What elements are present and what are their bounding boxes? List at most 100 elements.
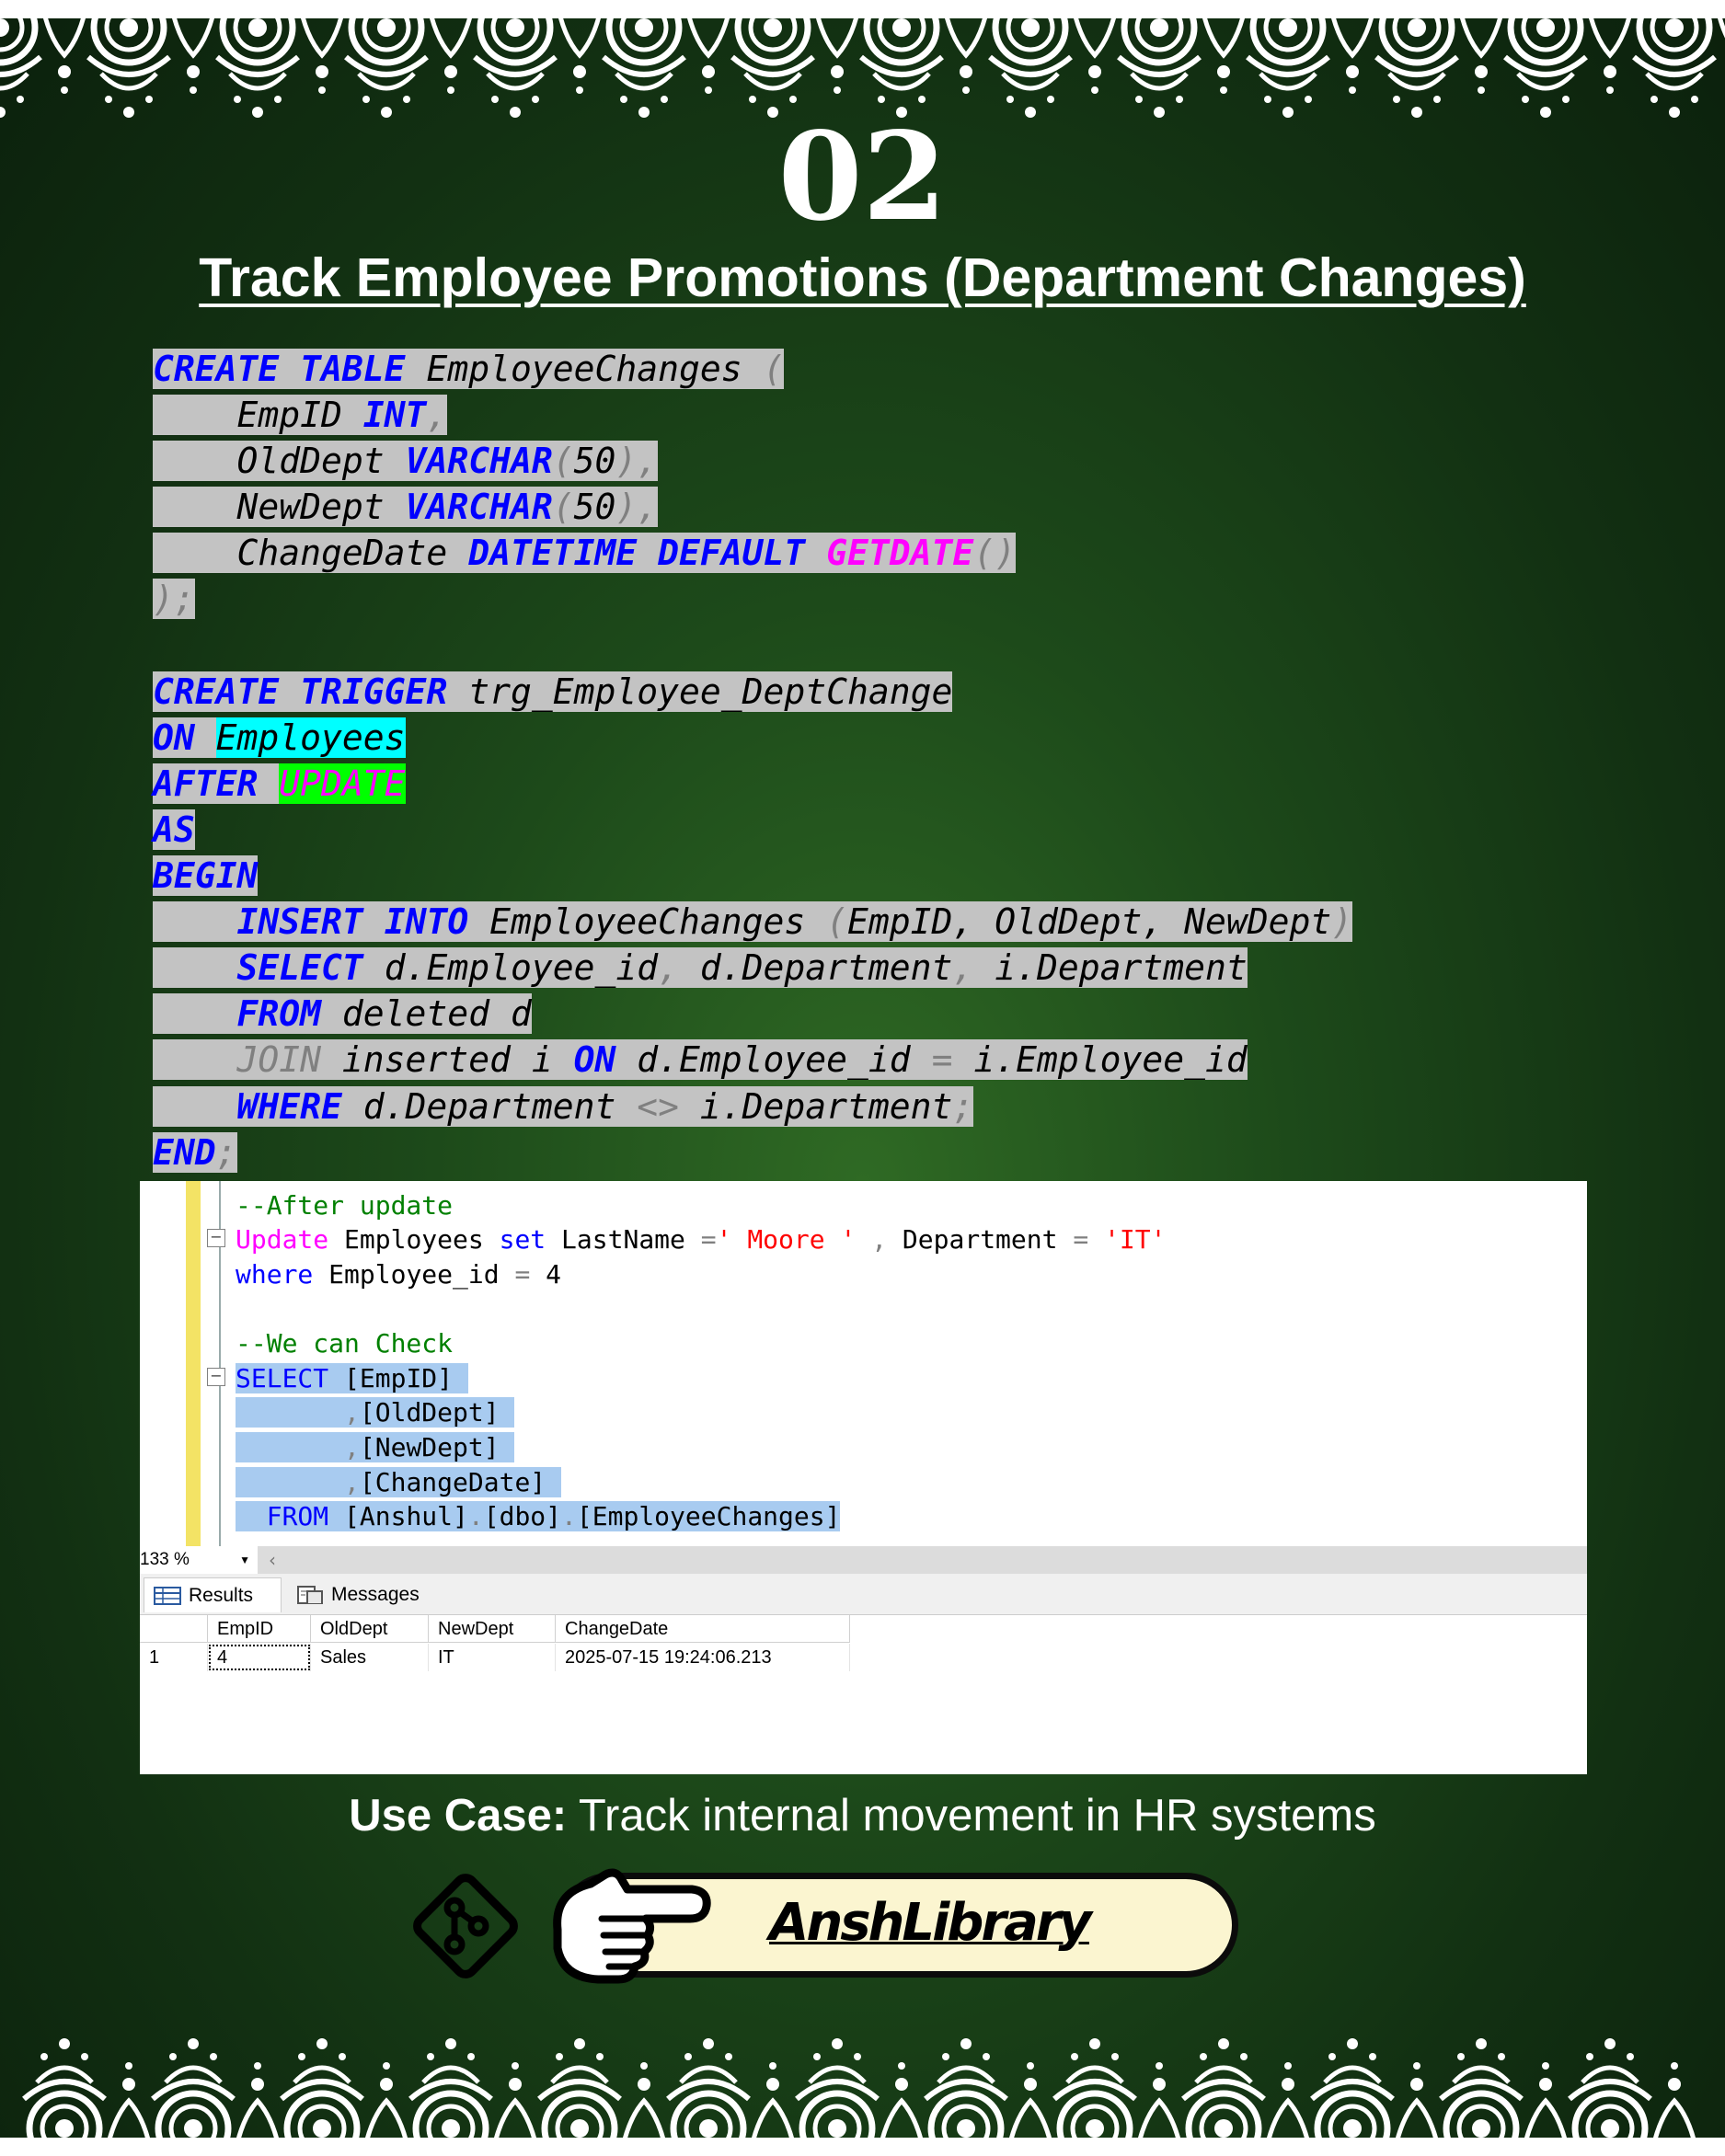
- editor-token: Employees: [344, 1224, 484, 1255]
- code-token: DATETIME: [468, 533, 638, 574]
- code-token: DEFAULT: [658, 533, 806, 574]
- code-token: END: [153, 1131, 216, 1173]
- editor-comment: --We can Check: [236, 1328, 454, 1359]
- code-line: );: [153, 576, 1352, 622]
- editor-token: LastName: [561, 1224, 685, 1255]
- code-token: <>: [637, 1085, 679, 1127]
- messages-icon: [297, 1586, 323, 1604]
- code-token: ChangeDate: [236, 533, 448, 574]
- query-editor[interactable]: − − --After update Update Employees set …: [140, 1181, 1587, 1549]
- grid-cell[interactable]: 2025-07-15 19:24:06.213: [556, 1644, 850, 1671]
- code-token: INSERT: [236, 901, 363, 943]
- editor-token: [EmpID]: [344, 1363, 454, 1393]
- code-token: deleted d: [341, 993, 532, 1035]
- editor-token: ' Moore ': [716, 1224, 857, 1255]
- tab-messages-label: Messages: [331, 1584, 420, 1605]
- editor-token: [Anshul]: [344, 1501, 468, 1531]
- code-token: );: [153, 579, 195, 620]
- editor-line-update: Update Employees set LastName =' Moore '…: [236, 1224, 1167, 1255]
- zoom-dropdown[interactable]: 133 % ▼: [140, 1546, 258, 1574]
- scroll-left-icon[interactable]: ‹: [269, 1546, 287, 1574]
- code-token: AS: [153, 808, 195, 850]
- editor-token: Employee_id: [328, 1259, 500, 1290]
- column-header[interactable]: EmpID: [208, 1615, 311, 1643]
- grid-cell-selected[interactable]: 4: [208, 1644, 311, 1671]
- editor-status-bar: 133 % ▼ ‹: [140, 1546, 1587, 1574]
- code-token: EmployeeChanges: [489, 901, 806, 943]
- code-token: ON: [573, 1039, 616, 1081]
- page-title: Track Employee Promotions (Department Ch…: [199, 247, 1526, 308]
- code-line: INSERT INTO EmployeeChanges (EmpID, OldD…: [153, 899, 1353, 945]
- editor-token: [dbo]: [483, 1501, 562, 1531]
- code-line: CREATE TABLE EmployeeChanges (: [153, 346, 1352, 392]
- zoom-level: 133 %: [140, 1550, 190, 1569]
- tab-messages[interactable]: Messages: [287, 1577, 443, 1612]
- editor-line-from: FROM [Anshul].[dbo].[EmployeeChanges]: [236, 1499, 841, 1533]
- column-header[interactable]: NewDept: [429, 1615, 556, 1643]
- code-token: WHERE: [236, 1085, 342, 1127]
- code-line: SELECT d.Employee_id, d.Department, i.De…: [153, 945, 1352, 991]
- code-token: d.Employee_id: [384, 947, 659, 989]
- editor-token: set: [499, 1224, 546, 1255]
- editor-token: [OldDept]: [359, 1397, 500, 1428]
- code-token: i.Department: [995, 947, 1248, 989]
- code-line: NewDept VARCHAR(50),: [153, 484, 1352, 530]
- use-case-label: Use Case:: [349, 1791, 568, 1841]
- code-token: i.Department: [699, 1085, 953, 1127]
- code-token: TRIGGER: [300, 671, 448, 712]
- editor-token: [EmployeeChanges]: [576, 1501, 841, 1531]
- row-number[interactable]: 1: [140, 1644, 208, 1671]
- code-token: VARCHAR: [405, 487, 553, 528]
- code-token: d.Department: [699, 947, 953, 989]
- editor-comment: --After update: [236, 1190, 454, 1221]
- code-token: VARCHAR: [405, 441, 553, 482]
- code-line: AS: [153, 807, 1352, 853]
- code-token: OldDept: [236, 441, 385, 482]
- code-token: UPDATE: [279, 763, 406, 804]
- code-line: AFTER UPDATE: [153, 761, 1352, 807]
- editor-token: 4: [546, 1259, 562, 1290]
- editor-line-select: SELECT [EmpID]: [236, 1361, 468, 1395]
- code-line: ON Employees: [153, 715, 1352, 761]
- git-diamond-icon: [413, 1874, 518, 1978]
- code-token: EmpID, OldDept, NewDept: [847, 901, 1332, 943]
- grid-cell[interactable]: IT: [429, 1644, 556, 1671]
- editor-line-where: where Employee_id = 4: [236, 1259, 562, 1290]
- grid-cell[interactable]: Sales: [311, 1644, 429, 1671]
- column-header[interactable]: OldDept: [311, 1615, 429, 1643]
- results-tab-bar: Results Messages: [140, 1574, 1587, 1615]
- code-token: INTO: [384, 901, 469, 943]
- code-token: GETDATE: [826, 533, 974, 574]
- editor-token: Update: [236, 1224, 329, 1255]
- tab-results[interactable]: Results: [144, 1577, 282, 1612]
- code-line: ChangeDate DATETIME DEFAULT GETDATE(): [153, 530, 1352, 576]
- collapse-toggle[interactable]: −: [207, 1368, 225, 1386]
- code-token: NewDept: [236, 487, 385, 528]
- code-token: inserted i: [341, 1039, 553, 1081]
- code-line: OldDept VARCHAR(50),: [153, 438, 1352, 484]
- editor-token: [ChangeDate]: [359, 1467, 546, 1497]
- code-token: 50: [573, 487, 616, 528]
- code-token: Employees: [215, 717, 406, 758]
- use-case-line: Use Case: Track internal movement in HR …: [0, 1788, 1725, 1843]
- code-token: EmpID: [236, 395, 342, 436]
- editor-line-col: ,[ChangeDate]: [236, 1465, 562, 1499]
- editor-token: SELECT: [236, 1363, 329, 1393]
- chevron-down-icon: ▼: [239, 1554, 250, 1566]
- code-token: d.Employee_id: [637, 1039, 911, 1081]
- code-token: JOIN: [236, 1039, 322, 1081]
- code-token: 50: [573, 441, 616, 482]
- editor-token: FROM: [266, 1501, 329, 1531]
- editor-line-col: ,[NewDept]: [236, 1430, 515, 1464]
- code-line: END;: [153, 1131, 237, 1173]
- code-token: BEGIN: [153, 855, 259, 897]
- code-line: FROM deleted d: [153, 991, 1352, 1037]
- collapse-toggle[interactable]: −: [207, 1229, 225, 1247]
- editor-token: Department: [902, 1224, 1058, 1255]
- code-token: AFTER: [153, 763, 259, 804]
- column-header[interactable]: ChangeDate: [556, 1615, 850, 1643]
- code-token: i.Employee_id: [973, 1039, 1248, 1081]
- brand-name[interactable]: AnshLibrary: [769, 1891, 1092, 1955]
- code-token: EmployeeChanges: [426, 349, 742, 389]
